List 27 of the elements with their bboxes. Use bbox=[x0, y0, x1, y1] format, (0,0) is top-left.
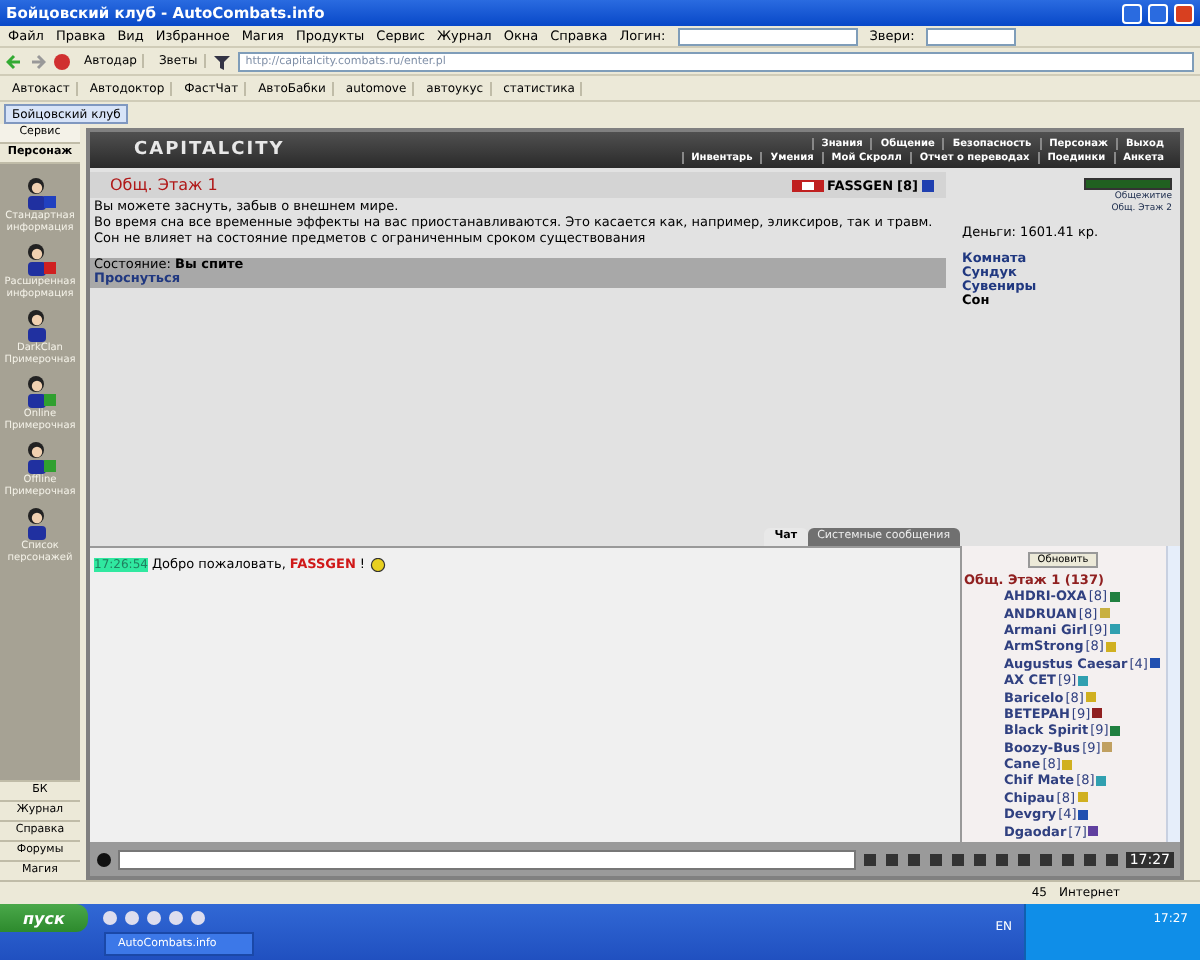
beasts-field[interactable] bbox=[926, 27, 1017, 45]
ball-icon[interactable] bbox=[96, 851, 112, 867]
character-icon[interactable] bbox=[22, 176, 58, 210]
clan-emblem-icon bbox=[791, 179, 824, 191]
game-logo: CAPITALCITY bbox=[132, 138, 287, 164]
close-button[interactable] bbox=[1174, 3, 1194, 23]
filter-icon[interactable] bbox=[213, 53, 230, 69]
character-icon[interactable] bbox=[22, 242, 58, 276]
info-icon[interactable] bbox=[1078, 809, 1089, 820]
character-icon[interactable] bbox=[22, 440, 58, 474]
login-field[interactable] bbox=[677, 27, 858, 45]
scrollbar[interactable] bbox=[1166, 546, 1180, 842]
minimize-button[interactable] bbox=[1122, 3, 1142, 23]
location-title: Общ. Этаж 1 bbox=[110, 176, 218, 194]
info-icon[interactable] bbox=[1088, 826, 1099, 837]
stop-icon[interactable] bbox=[54, 53, 70, 69]
character-icon[interactable] bbox=[22, 374, 58, 408]
info-icon[interactable] bbox=[922, 179, 934, 191]
back-icon[interactable] bbox=[6, 53, 22, 69]
maximize-button[interactable] bbox=[1148, 3, 1168, 23]
info-icon[interactable] bbox=[1110, 725, 1121, 736]
smiley-icon bbox=[369, 557, 386, 571]
info-icon[interactable] bbox=[1109, 591, 1120, 602]
chat-input[interactable] bbox=[118, 849, 856, 869]
info-icon[interactable] bbox=[1092, 708, 1103, 719]
info-icon[interactable] bbox=[1149, 658, 1160, 669]
start-button[interactable]: пуск bbox=[0, 904, 88, 932]
